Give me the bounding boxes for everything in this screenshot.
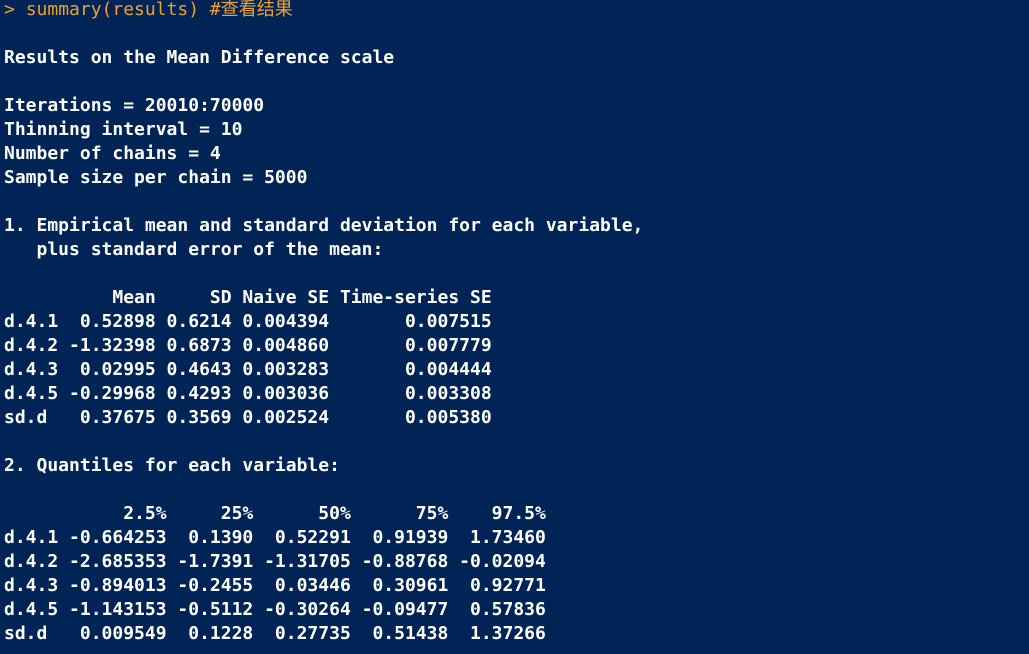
output-line: 1. Empirical mean and standard deviation… [4, 215, 644, 236]
output-line: d.4.5 -1.143153 -0.5112 -0.30264 -0.0947… [4, 599, 546, 620]
output-line: 2.5% 25% 50% 75% 97.5% [4, 503, 546, 524]
output-lines: Results on the Mean Difference scale Iter… [4, 22, 1024, 646]
output-line: d.4.2 -2.685353 -1.7391 -1.31705 -0.8876… [4, 551, 546, 572]
output-line: Number of chains = 4 [4, 143, 221, 164]
scrollbar[interactable] [1017, 0, 1029, 654]
command-line[interactable]: > summary(results) #查看结果 [4, 0, 1024, 22]
output-line: d.4.3 0.02995 0.4643 0.003283 0.004444 [4, 359, 492, 380]
output-line: Sample size per chain = 5000 [4, 167, 308, 188]
output-line: 2. Quantiles for each variable: [4, 455, 340, 476]
output-line: d.4.1 0.52898 0.6214 0.004394 0.007515 [4, 311, 492, 332]
output-line: d.4.3 -0.894013 -0.2455 0.03446 0.30961 … [4, 575, 546, 596]
console-output: > summary(results) #查看结果 Results on the … [4, 0, 1024, 654]
command-text: summary(results) #查看结果 [25, 0, 293, 20]
output-line: d.4.1 -0.664253 0.1390 0.52291 0.91939 1… [4, 527, 546, 548]
output-line: Mean SD Naive SE Time-series SE [4, 287, 492, 308]
output-line: d.4.2 -1.32398 0.6873 0.004860 0.007779 [4, 335, 492, 356]
output-line: Iterations = 20010:70000 [4, 95, 265, 116]
output-line: Thinning interval = 10 [4, 119, 243, 140]
output-line: Results on the Mean Difference scale [4, 47, 395, 68]
output-line: d.4.5 -0.29968 0.4293 0.003036 0.003308 [4, 383, 492, 404]
prompt-symbol: > [4, 0, 26, 20]
output-line: sd.d 0.37675 0.3569 0.002524 0.005380 [4, 407, 492, 428]
output-line: sd.d 0.009549 0.1228 0.27735 0.51438 1.3… [4, 623, 546, 644]
output-line: plus standard error of the mean: [4, 239, 384, 260]
